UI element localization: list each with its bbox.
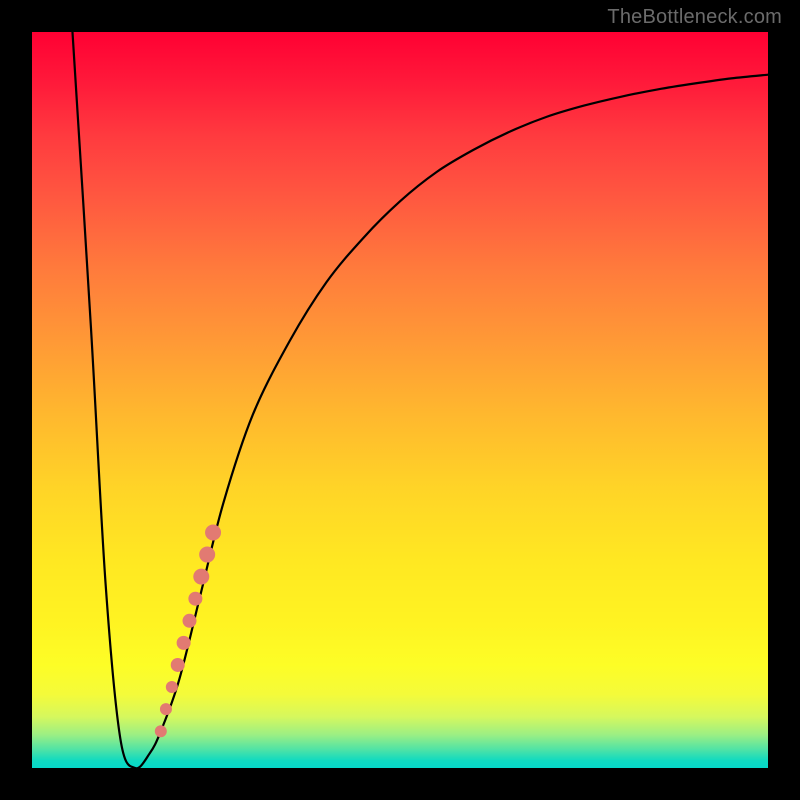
highlight-dot	[155, 725, 167, 737]
highlight-dot	[193, 569, 209, 585]
attribution-text: TheBottleneck.com	[607, 6, 782, 29]
highlight-dot	[188, 592, 202, 606]
highlight-dot	[166, 681, 178, 693]
plot-area	[32, 32, 768, 768]
highlight-dot	[160, 703, 172, 715]
bottleneck-curve	[72, 32, 768, 768]
highlight-dot	[183, 614, 197, 628]
highlight-dot	[199, 547, 215, 563]
highlight-dots	[155, 524, 221, 737]
highlight-dot	[205, 524, 221, 540]
highlight-dot	[171, 658, 185, 672]
chart-frame: TheBottleneck.com	[0, 0, 800, 800]
chart-svg	[32, 32, 768, 768]
highlight-dot	[177, 636, 191, 650]
